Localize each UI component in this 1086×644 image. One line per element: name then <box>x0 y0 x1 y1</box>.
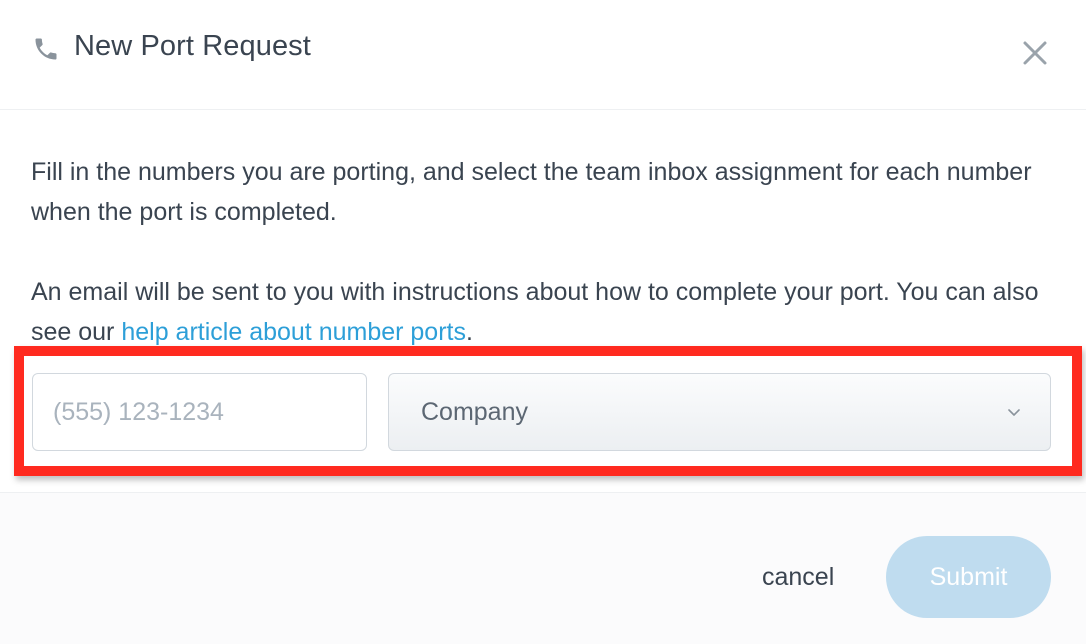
phone-icon <box>31 34 61 64</box>
email-info-suffix: . <box>466 318 473 346</box>
phone-number-input[interactable] <box>32 373 367 451</box>
help-article-link[interactable]: help article about number ports <box>121 318 466 346</box>
new-port-request-modal: New Port Request Fill in the numbers you… <box>0 0 1086 644</box>
company-select[interactable]: Company <box>388 373 1051 451</box>
email-info-text: An email will be sent to you with instru… <box>31 272 1051 352</box>
instructions-text: Fill in the numbers you are porting, and… <box>31 158 1032 226</box>
modal-footer: cancel Submit <box>0 492 1086 644</box>
submit-button[interactable]: Submit <box>886 536 1051 618</box>
modal-header: New Port Request <box>0 0 1086 110</box>
cancel-button[interactable]: cancel <box>762 557 834 597</box>
chevron-down-icon <box>1006 404 1022 420</box>
modal-title: New Port Request <box>74 30 311 62</box>
company-select-value: Company <box>421 397 528 426</box>
close-icon[interactable] <box>1018 36 1052 70</box>
